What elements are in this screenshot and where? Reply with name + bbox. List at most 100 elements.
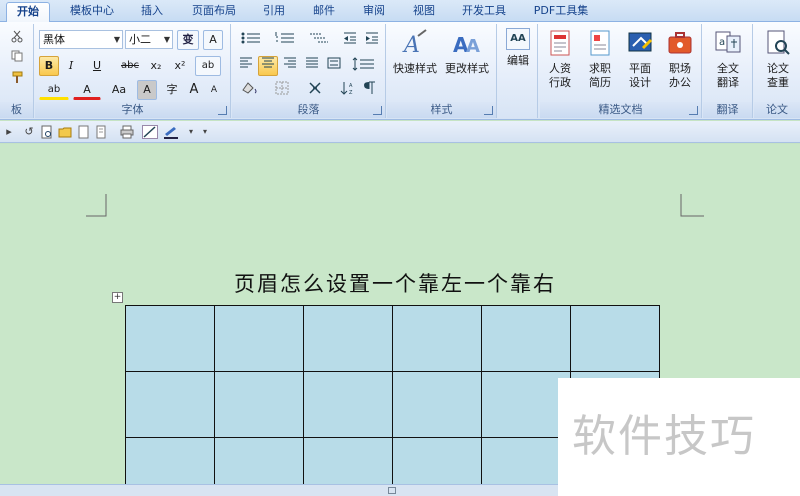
customize-toolbar-icon[interactable]: ▾: [198, 125, 212, 139]
full-text-translate-button[interactable]: a 全文 翻译: [703, 28, 753, 90]
decrease-indent-icon[interactable]: [340, 30, 360, 50]
tab-view[interactable]: 视图: [406, 2, 442, 22]
tab-insert[interactable]: 插入: [134, 2, 170, 22]
templates-dialog-launcher[interactable]: [689, 106, 698, 115]
table-cell[interactable]: [392, 305, 482, 372]
svg-text:A: A: [402, 33, 420, 58]
highlight-button[interactable]: ab: [39, 80, 69, 100]
tab-references[interactable]: 引用: [256, 2, 292, 22]
align-left-icon[interactable]: [236, 56, 256, 76]
table-cell[interactable]: [570, 305, 660, 372]
line-spacing-icon[interactable]: [348, 56, 380, 76]
template-label-line1: 职场: [669, 62, 691, 75]
chevron-down-icon[interactable]: ▾: [184, 125, 198, 139]
quick-styles-button[interactable]: A 快速样式: [390, 28, 440, 76]
editing-button[interactable]: AA 编辑: [493, 28, 543, 68]
shading-icon[interactable]: [236, 80, 266, 100]
redo-icon[interactable]: ▸: [2, 125, 16, 139]
group-paper: 论文 查重 论文: [754, 24, 800, 118]
translate-icon: a: [715, 31, 741, 53]
font-size-value: 小二: [129, 33, 151, 46]
table-cell[interactable]: [214, 371, 304, 438]
styles-dialog-launcher[interactable]: [484, 106, 493, 115]
character-shading-button[interactable]: A: [137, 80, 157, 100]
grow-font-button[interactable]: A: [185, 80, 203, 100]
paragraph-dialog-launcher[interactable]: [373, 106, 382, 115]
sort-icon[interactable]: AZ: [338, 80, 358, 100]
tab-mailings[interactable]: 邮件: [306, 2, 342, 22]
distributed-icon[interactable]: [324, 56, 344, 76]
bold-button[interactable]: B: [39, 56, 59, 76]
template-resume-button[interactable]: 求职 简历: [580, 28, 620, 90]
tab-developer[interactable]: 开发工具: [456, 2, 512, 22]
print-icon[interactable]: [120, 125, 134, 139]
template-hr-admin-button[interactable]: 人资 行政: [540, 28, 580, 90]
strikethrough-button[interactable]: abc: [117, 56, 143, 76]
enclose-characters-button[interactable]: 字: [161, 80, 183, 100]
table-cell[interactable]: [392, 371, 482, 438]
chevron-down-icon: ▼: [163, 35, 170, 44]
table-cell[interactable]: [303, 305, 393, 372]
underline-button[interactable]: U: [83, 56, 111, 76]
tab-review[interactable]: 审阅: [356, 2, 392, 22]
change-case-button[interactable]: Aa: [105, 80, 133, 100]
group-styles: A 快速样式 AA 更改样式 样式: [387, 24, 497, 118]
justify-icon[interactable]: [302, 56, 322, 76]
group-label-clipboard: 板: [0, 102, 33, 118]
template-graphic-design-button[interactable]: 平面 设计: [620, 28, 660, 90]
align-right-icon[interactable]: [280, 56, 300, 76]
tab-page-layout[interactable]: 页面布局: [186, 2, 242, 22]
font-size-dropdown[interactable]: 小二 ▼: [125, 30, 173, 49]
phonetic-guide-button[interactable]: 变: [177, 30, 199, 50]
pen-icon[interactable]: [162, 125, 180, 139]
numbering-icon[interactable]: [270, 30, 300, 50]
translate-label-line1: 全文: [717, 62, 739, 75]
shrink-font-button[interactable]: A: [205, 80, 223, 100]
page-icon[interactable]: [94, 125, 108, 139]
paper-check-button[interactable]: 论文 查重: [754, 28, 800, 90]
template-office-button[interactable]: 职场 办公: [660, 28, 700, 90]
tab-template-center[interactable]: 模板中心: [64, 2, 120, 22]
font-dialog-launcher[interactable]: [218, 106, 227, 115]
multilevel-list-icon[interactable]: [304, 30, 334, 50]
clear-formatting-button[interactable]: ab: [195, 56, 221, 76]
italic-button[interactable]: I: [62, 56, 80, 76]
table-cell[interactable]: [303, 371, 393, 438]
undo-icon[interactable]: ↺: [22, 125, 36, 139]
copy-icon[interactable]: [8, 48, 26, 68]
character-border-button[interactable]: A: [203, 30, 223, 50]
template-label-line1: 人资: [549, 62, 571, 75]
group-label-paragraph: 段落: [232, 102, 385, 118]
chinese-layout-icon[interactable]: [304, 80, 334, 100]
borders-icon[interactable]: [270, 80, 300, 100]
font-name-value: 黑体: [43, 33, 65, 46]
change-styles-button[interactable]: AA 更改样式: [442, 28, 492, 76]
draw-icon[interactable]: [142, 125, 158, 139]
show-marks-icon[interactable]: [360, 80, 380, 100]
increase-indent-icon[interactable]: [362, 30, 382, 50]
table-move-handle-icon[interactable]: +: [112, 292, 123, 303]
subscript-button[interactable]: x₂: [145, 56, 167, 76]
align-center-icon[interactable]: [258, 56, 278, 76]
format-painter-icon[interactable]: [8, 70, 26, 90]
superscript-button[interactable]: x²: [169, 56, 191, 76]
print-preview-icon[interactable]: [40, 125, 54, 139]
group-label-templates: 精选文档: [540, 102, 701, 118]
table-cell[interactable]: [481, 305, 571, 372]
resize-grip-icon[interactable]: [388, 487, 396, 494]
tab-pdf-tools[interactable]: PDF工具集: [528, 2, 594, 22]
table-cell[interactable]: [214, 305, 304, 372]
font-color-button[interactable]: A: [73, 80, 101, 100]
font-name-dropdown[interactable]: 黑体 ▼: [39, 30, 123, 49]
editing-label: 编辑: [507, 54, 529, 67]
tab-home[interactable]: 开始: [6, 2, 50, 22]
new-document-icon[interactable]: [76, 125, 90, 139]
table-cell[interactable]: [125, 371, 215, 438]
table-cell[interactable]: [125, 305, 215, 372]
hr-document-icon: [550, 30, 570, 56]
office-briefcase-icon: [668, 32, 692, 54]
open-folder-icon[interactable]: [58, 125, 72, 139]
group-paragraph: AZ 段落: [232, 24, 386, 118]
cut-icon[interactable]: [8, 28, 26, 48]
bullets-icon[interactable]: [236, 30, 266, 50]
